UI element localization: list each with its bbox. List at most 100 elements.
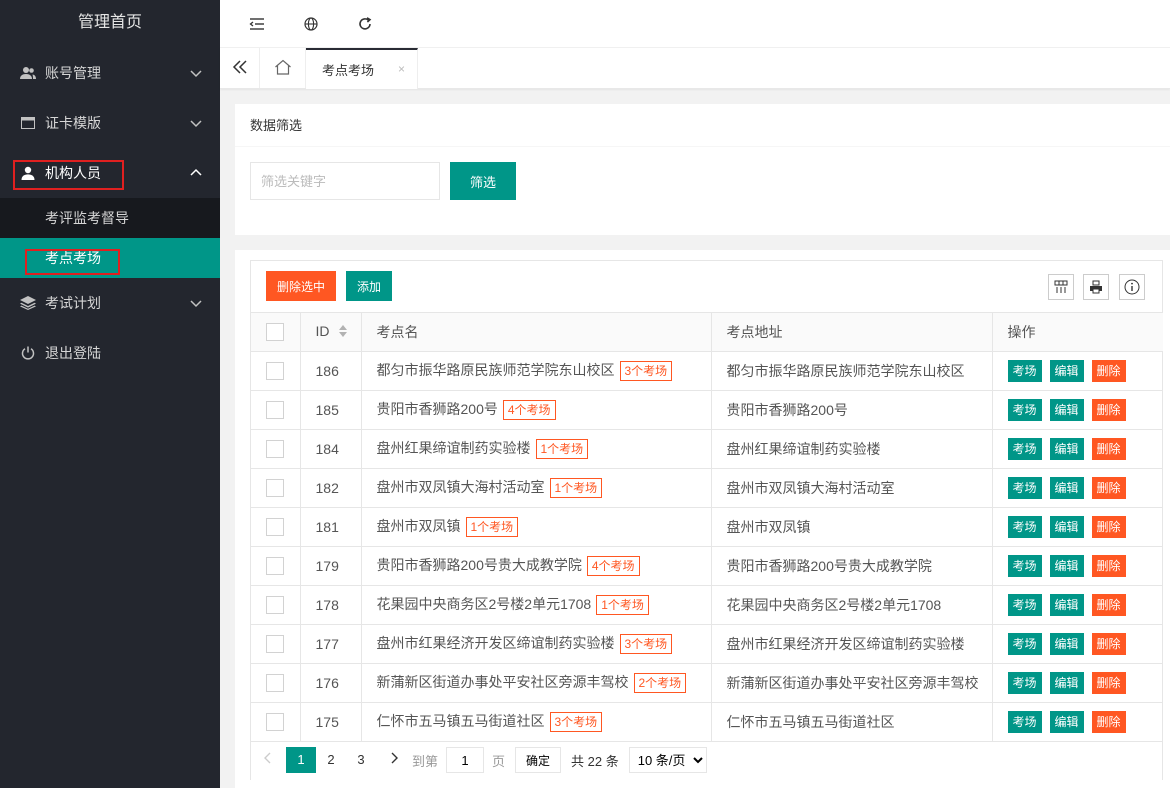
delete-button[interactable]: 删除 [1091,671,1126,694]
row-checkbox[interactable] [266,556,284,575]
row-address: 仁怀市五马镇五马街道社区 [711,702,993,742]
rooms-button[interactable]: 考场 [1007,671,1042,694]
edit-button[interactable]: 编辑 [1049,476,1084,499]
chevron-down-icon [188,115,204,131]
rooms-button[interactable]: 考场 [1007,710,1042,733]
room-count-badge[interactable]: 2个考场 [633,673,687,694]
room-count-badge[interactable]: 3个考场 [619,361,673,382]
row-id: 175 [300,702,362,742]
refresh-icon[interactable] [355,14,375,34]
row-checkbox-cell [251,429,301,469]
row-checkbox[interactable] [266,595,284,614]
header-id-label: ID [315,322,330,339]
rooms-button[interactable]: 考场 [1007,515,1042,538]
edit-button[interactable]: 编辑 [1049,515,1084,538]
edit-button[interactable]: 编辑 [1049,593,1084,616]
room-count-badge[interactable]: 4个考场 [502,400,556,421]
next-page-icon[interactable] [376,747,412,773]
rooms-button[interactable]: 考场 [1007,359,1042,382]
delete-button[interactable]: 删除 [1091,398,1126,421]
rooms-button[interactable]: 考场 [1007,632,1042,655]
row-checkbox[interactable] [266,361,284,380]
highlight-box [13,160,124,190]
delete-button[interactable]: 删除 [1091,476,1126,499]
row-address: 贵阳市香狮路200号 [711,390,993,430]
row-checkbox[interactable] [266,673,284,692]
sidebar-item-cert-template[interactable]: 证卡模版 [0,98,220,148]
layers-icon [20,295,36,311]
filter-button[interactable]: 筛选 [450,162,516,200]
header-id[interactable]: ID [300,313,362,352]
row-address: 新蒲新区街道办事处平安社区旁源丰驾校 [711,663,993,703]
goto-confirm-button[interactable]: 确定 [515,747,562,773]
columns-filter-icon[interactable] [1048,274,1074,300]
room-count-badge[interactable]: 1个考场 [465,517,519,538]
rooms-button[interactable]: 考场 [1007,437,1042,460]
tab-home[interactable] [260,48,306,88]
row-checkbox[interactable] [266,712,284,731]
table-body: 186 都匀市振华路原民族师范学院东山校区 3个考场 都匀市振华路原民族师范学院东山校… [251,351,1163,742]
info-icon[interactable] [1119,274,1145,300]
row-checkbox[interactable] [266,517,284,536]
edit-button[interactable]: 编辑 [1049,437,1084,460]
edit-button[interactable]: 编辑 [1049,632,1084,655]
search-input[interactable] [250,162,440,200]
delete-button[interactable]: 删除 [1091,632,1126,655]
edit-button[interactable]: 编辑 [1049,671,1084,694]
rooms-button[interactable]: 考场 [1007,398,1042,421]
row-name: 仁怀市五马镇五马街道社区 [376,712,545,729]
filter-card: 数据筛选 筛选 [235,104,1170,235]
print-icon[interactable] [1083,274,1109,300]
row-checkbox-cell [251,468,301,508]
edit-button[interactable]: 编辑 [1049,554,1084,577]
row-checkbox-cell [251,546,301,586]
room-count-badge[interactable]: 1个考场 [596,595,649,616]
sort-icon[interactable] [338,324,348,341]
row-checkbox[interactable] [266,400,284,419]
row-checkbox[interactable] [266,478,284,497]
rooms-button[interactable]: 考场 [1007,554,1042,577]
page-1[interactable]: 1 [286,747,316,773]
delete-button[interactable]: 删除 [1091,593,1126,616]
sidebar-item-accounts[interactable]: 账号管理 [0,48,220,98]
tabs-left-button[interactable] [220,48,260,88]
add-button[interactable]: 添加 [346,271,392,301]
exam-sites-table: ID 考点名 考点地址 操作 186 都匀市振华路原民族师范学院东山校区 3个考场都… [251,313,1163,742]
row-name-cell: 都匀市振华路原民族师范学院东山校区 3个考场 [361,351,712,391]
page-3[interactable]: 3 [346,747,376,773]
globe-icon[interactable] [301,14,321,34]
tab-exam-sites[interactable]: 考点考场 × [306,48,418,89]
delete-selected-button[interactable]: 删除选中 [266,271,336,301]
edit-button[interactable]: 编辑 [1049,359,1084,382]
page-2[interactable]: 2 [316,747,346,773]
select-all-checkbox[interactable] [266,322,284,341]
room-count-badge[interactable]: 3个考场 [619,634,673,655]
delete-button[interactable]: 删除 [1091,359,1126,382]
sidebar-item-logout[interactable]: 退出登陆 [0,328,220,378]
room-count-badge[interactable]: 1个考场 [535,439,589,460]
edit-button[interactable]: 编辑 [1049,710,1084,733]
delete-button[interactable]: 删除 [1091,554,1126,577]
goto-page-input[interactable] [446,747,485,773]
edit-button[interactable]: 编辑 [1049,398,1084,421]
row-checkbox[interactable] [266,634,284,653]
close-icon[interactable]: × [398,62,405,76]
sidebar-item-exam-plan[interactable]: 考试计划 [0,278,220,328]
sidebar-title[interactable]: 管理首页 [0,0,220,48]
delete-button[interactable]: 删除 [1091,515,1126,538]
row-ops-cell: 考场 编辑 删除 [992,546,1163,586]
sidebar-subitem-supervisors[interactable]: 考评监考督导 [0,198,220,238]
menu-fold-icon[interactable] [247,14,267,34]
per-page-select[interactable]: 10 条/页 [628,747,707,773]
rooms-button[interactable]: 考场 [1007,593,1042,616]
room-count-badge[interactable]: 4个考场 [586,556,640,577]
rooms-button[interactable]: 考场 [1007,476,1042,499]
row-name-cell: 新蒲新区街道办事处平安社区旁源丰驾校 2个考场 [361,663,712,703]
prev-page-icon[interactable] [250,747,286,773]
delete-button[interactable]: 删除 [1091,437,1126,460]
room-count-badge[interactable]: 1个考场 [549,478,603,499]
room-count-badge[interactable]: 3个考场 [549,712,603,733]
row-checkbox[interactable] [266,439,284,458]
delete-button[interactable]: 删除 [1091,710,1126,733]
row-id: 176 [300,663,362,703]
